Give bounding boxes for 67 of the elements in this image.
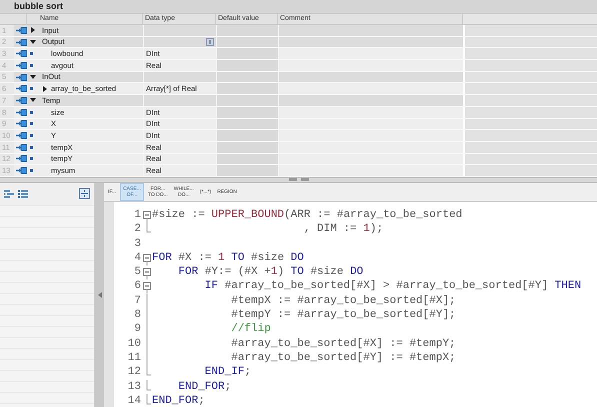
line-number: 2 xyxy=(133,222,141,237)
bullet-icon[interactable] xyxy=(30,169,33,172)
bullet-icon[interactable] xyxy=(30,134,33,138)
line-number: 10 xyxy=(127,336,141,351)
list-icon[interactable] xyxy=(18,190,28,198)
code-line: IF #array_to_be_sorted[#X] > #array_to_be_sorted[#Y] THEN xyxy=(204,279,582,294)
code-line: END_IF; xyxy=(204,365,252,380)
collapsed-triangle-icon[interactable] xyxy=(30,27,36,34)
indent-icon[interactable] xyxy=(4,190,14,198)
code-line: END_FOR; xyxy=(152,394,205,407)
bullet-icon[interactable] xyxy=(30,64,33,67)
code-line: #size := UPPER_BOUND(ARR := #array_to_be_sorted xyxy=(152,208,462,222)
interface-icon[interactable] xyxy=(16,26,27,34)
line-number: 4 xyxy=(133,250,141,266)
line-number: 11 xyxy=(127,350,141,366)
expanded-triangle-icon[interactable] xyxy=(30,39,36,46)
interface-icon[interactable] xyxy=(16,38,27,46)
line-number: 6 xyxy=(133,279,141,294)
line-number: 13 xyxy=(127,380,141,394)
expanded-triangle-icon[interactable] xyxy=(30,74,36,80)
picker-button-icon[interactable] xyxy=(206,38,214,46)
interface-icon[interactable] xyxy=(16,62,27,69)
interface-icon[interactable] xyxy=(16,108,27,116)
interface-icon[interactable] xyxy=(16,85,27,92)
fold-toggle-icon[interactable] xyxy=(142,279,150,294)
collapsed-triangle-icon[interactable] xyxy=(42,86,48,92)
bullet-icon[interactable] xyxy=(30,146,33,149)
code-line: #array_to_be_sorted[#X] := #tempY; xyxy=(230,336,456,351)
line-number: 3 xyxy=(133,236,141,251)
line-number: 8 xyxy=(133,308,141,322)
code-line: FOR #X := 1 TO #size DO xyxy=(152,250,304,266)
interface-icon[interactable] xyxy=(16,167,27,174)
code-line: #array_to_be_sorted[#Y] := #tempX; xyxy=(230,350,456,366)
bullet-icon[interactable] xyxy=(30,157,33,160)
data-type-cell[interactable] xyxy=(143,36,216,48)
expanded-triangle-icon[interactable] xyxy=(30,97,36,104)
line-number: 7 xyxy=(133,294,141,308)
interface-icon[interactable] xyxy=(16,74,27,81)
collapse-icon[interactable] xyxy=(79,188,90,200)
line-number: 14 xyxy=(127,394,141,407)
interface-icon[interactable] xyxy=(16,144,27,151)
block-title: bubble sort xyxy=(14,0,63,13)
data-type-cell[interactable] xyxy=(143,72,216,82)
interface-icon[interactable] xyxy=(16,120,27,128)
interface-icon[interactable] xyxy=(16,50,27,58)
code-line: #tempX := #array_to_be_sorted[#X]; xyxy=(230,294,456,308)
bullet-icon[interactable] xyxy=(30,110,33,114)
line-number: 12 xyxy=(127,365,141,380)
code-line: FOR #Y:= (#X +1) TO #size DO xyxy=(177,265,364,280)
line-number: 9 xyxy=(133,322,141,337)
bullet-icon[interactable] xyxy=(30,122,33,126)
code-line: #tempY := #array_to_be_sorted[#Y]; xyxy=(230,308,456,322)
bullet-icon[interactable] xyxy=(30,87,33,90)
code-line: //flip xyxy=(230,322,271,337)
line-number: 1 xyxy=(133,208,141,222)
splitter-grip-icon[interactable] xyxy=(288,178,308,182)
fold-toggle-icon[interactable] xyxy=(142,265,150,280)
data-type-cell[interactable] xyxy=(143,95,216,106)
code-line: , DIM := 1); xyxy=(302,222,384,237)
bullet-icon[interactable] xyxy=(30,52,33,56)
interface-icon[interactable] xyxy=(16,155,27,162)
code-line: END_FOR; xyxy=(177,380,232,394)
line-number: 5 xyxy=(133,265,141,280)
interface-icon[interactable] xyxy=(16,132,27,140)
splitter-arrow-icon[interactable] xyxy=(98,292,102,298)
data-type-cell[interactable] xyxy=(143,25,216,36)
interface-icon[interactable] xyxy=(16,96,27,104)
